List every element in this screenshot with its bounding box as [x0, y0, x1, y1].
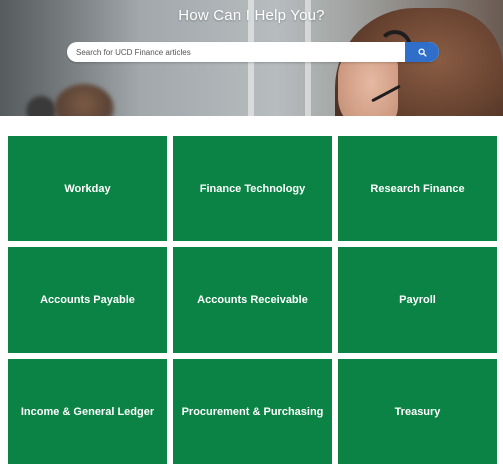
tile-procurement-purchasing[interactable]: Procurement & Purchasing — [173, 359, 332, 464]
tile-label: Income & General Ledger — [20, 405, 155, 418]
hero-banner: How Can I Help You? — [0, 0, 503, 116]
category-grid: Workday Finance Technology Research Fina… — [8, 136, 497, 464]
tile-label: Accounts Payable — [40, 294, 135, 306]
tile-workday[interactable]: Workday — [8, 136, 167, 241]
tile-label: Treasury — [394, 405, 441, 418]
tile-finance-technology[interactable]: Finance Technology — [173, 136, 332, 241]
tile-income-general-ledger[interactable]: Income & General Ledger — [8, 359, 167, 464]
tile-payroll[interactable]: Payroll — [338, 247, 497, 353]
tile-label: Finance Technology — [199, 182, 306, 195]
tile-treasury[interactable]: Treasury — [338, 359, 497, 464]
tile-research-finance[interactable]: Research Finance — [338, 136, 497, 241]
tile-accounts-receivable[interactable]: Accounts Receivable — [173, 247, 332, 353]
tile-label: Workday — [64, 182, 111, 195]
page-title: How Can I Help You? — [178, 7, 325, 24]
search-icon — [417, 47, 427, 57]
tile-label: Research Finance — [370, 182, 465, 195]
search-bar — [67, 42, 439, 62]
tile-accounts-payable[interactable]: Accounts Payable — [8, 247, 167, 353]
tile-label: Procurement & Purchasing — [181, 405, 324, 418]
tile-label: Payroll — [399, 294, 436, 306]
search-button[interactable] — [405, 42, 439, 62]
search-input[interactable] — [67, 42, 405, 62]
tile-label: Accounts Receivable — [197, 294, 308, 306]
